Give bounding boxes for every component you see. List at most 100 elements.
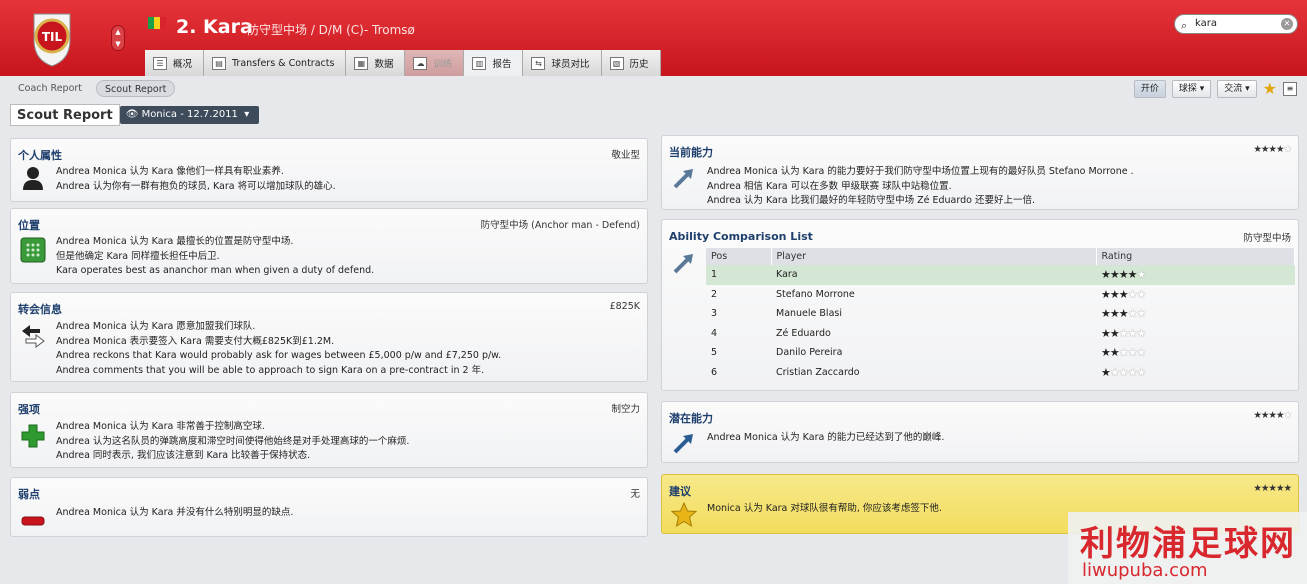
col-header[interactable]: Player xyxy=(771,248,1097,265)
card-line: Andrea Monica 认为 Kara 最擅长的位置是防守型中场. xyxy=(56,236,294,247)
person-icon xyxy=(23,167,43,190)
card-line: Andrea Monica 认为 Kara 非常善于控制高空球. xyxy=(56,421,265,432)
search-input[interactable]: ⌕ kara ✕ xyxy=(1174,14,1298,34)
row-player[interactable]: Stefano Morrone xyxy=(771,285,1096,305)
tab-training[interactable]: ☁ 训练 xyxy=(405,50,465,76)
card-ability-comparison: Ability Comparison List 防守型中场 Pos Player… xyxy=(661,219,1299,391)
row-rating-stars: ★★★★★ xyxy=(1096,265,1295,285)
header-bar: TIL ▲ ▼ 2. Kara 防守型中场 / D/M (C)- Tromsø ☰… xyxy=(0,0,1307,76)
subtab-scout-report[interactable]: Scout Report xyxy=(96,80,176,97)
tab-stats[interactable]: ▦ 数据 xyxy=(346,50,406,76)
row-player[interactable]: Zé Eduardo xyxy=(771,324,1096,344)
player-nav-updown[interactable]: ▲ ▼ xyxy=(111,25,125,51)
col-header[interactable]: Pos xyxy=(706,248,772,265)
table-row[interactable]: 6 Cristian Zaccardo ★★★★★ xyxy=(706,363,1295,383)
scout-dropdown[interactable]: 球探 ▾ xyxy=(1171,80,1212,98)
player-name: 2. Kara xyxy=(176,16,253,38)
row-pos: 3 xyxy=(711,308,718,320)
row-player[interactable]: Kara xyxy=(771,265,1096,285)
card-title: 强项 xyxy=(18,403,40,416)
tab-label: Transfers & Contracts xyxy=(232,57,335,69)
tab-profile[interactable]: ☰ 概况 xyxy=(145,50,205,76)
row-pos: 1 xyxy=(706,265,771,285)
card-line: Andrea Monica 认为 Kara 的能力已经达到了他的巅峰. xyxy=(707,432,945,443)
history-icon: ▧ xyxy=(609,56,624,70)
tab-history[interactable]: ▧ 历史 xyxy=(601,50,661,76)
card-line: Andrea Monica 认为 Kara 像他们一样具有职业素养. xyxy=(56,166,284,177)
current-ability-stars: ★★★★★ xyxy=(1253,144,1292,155)
scout-dropdown-label: 球探 xyxy=(1178,84,1197,94)
col-header[interactable]: Rating xyxy=(1096,248,1295,265)
table-row[interactable]: 4 Zé Eduardo ★★★★★ xyxy=(706,324,1295,344)
plus-icon xyxy=(21,424,45,448)
tab-bar: ☰ 概况 ▤ Transfers & Contracts ▦ 数据 ☁ 训练 ▥ 报告 ⇆ 球员对比 ▧… xyxy=(145,50,661,76)
club-crest-icon: TIL xyxy=(33,13,71,67)
row-rating-stars: ★★★★★ xyxy=(1101,326,1146,340)
card-line: Monica 认为 Kara 对球队很有帮助, 你应该考虑签下他. xyxy=(707,503,942,514)
search-value: kara xyxy=(1195,18,1217,29)
tab-label: 历史 xyxy=(629,59,649,70)
subtab-coach-report[interactable]: Coach Report xyxy=(10,80,90,97)
notes-icon[interactable]: ≡ xyxy=(1283,82,1297,96)
tab-label: 数据 xyxy=(374,59,394,70)
card-potential: 潜在能力 ★★★★★ Andrea Monica 认为 Kara 的能力已经达到… xyxy=(661,401,1299,463)
ability-arrow-icon xyxy=(673,254,693,274)
scout-selector-label: Monica - 12.7.2011 xyxy=(141,109,238,120)
tab-compare[interactable]: ⇆ 球员对比 xyxy=(523,50,602,76)
row-player[interactable]: Cristian Zaccardo xyxy=(771,363,1096,383)
row-player[interactable]: Manuele Blasi xyxy=(771,304,1096,324)
transfer-arrows-icon xyxy=(22,325,45,348)
card-value: 无 xyxy=(630,489,640,500)
card-line: Andrea Monica 认为 Kara 的能力要好于我们防守型中场位置上现有… xyxy=(707,166,1134,177)
row-pos: 2 xyxy=(711,288,718,300)
card-current-ability: 当前能力 ★★★★★ Andrea Monica 认为 Kara 的能力要好于我… xyxy=(661,135,1299,210)
card-weaknesses: 弱点 无 Andrea Monica 认为 Kara 并没有什么特别明显的缺点. xyxy=(10,477,648,537)
card-title: 转会信息 xyxy=(18,303,62,316)
row-rating-stars: ★★★★★ xyxy=(1101,365,1146,379)
table-row[interactable]: 5 Danilo Pereira ★★★★★ xyxy=(706,343,1295,363)
watermark-en: liwupuba.com xyxy=(1082,560,1208,581)
bid-button[interactable]: 开价 xyxy=(1133,80,1166,98)
contract-icon: ▤ xyxy=(212,56,227,70)
table-row[interactable]: 1 Kara ★★★★★ xyxy=(706,265,1295,285)
card-line: Kara operates best as ananchor man when … xyxy=(56,265,375,276)
card-strengths: 强项 制空力 Andrea Monica 认为 Kara 非常善于控制高空球. A… xyxy=(10,392,648,468)
scout-selector-dropdown[interactable]: 👁 Monica - 12.7.2011 ▾ xyxy=(119,106,260,124)
subtab-bar: Coach Report Scout Report xyxy=(10,80,176,97)
right-toolbar: 开价 球探 ▾ 交流 ▾ ★ ≡ xyxy=(1133,80,1297,98)
star-badge-icon xyxy=(671,502,697,528)
tab-contract[interactable]: ▤ Transfers & Contracts xyxy=(204,50,347,76)
eye-icon: 👁 xyxy=(125,109,142,120)
potential-stars: ★★★★★ xyxy=(1253,410,1292,421)
card-line: Andrea Monica 认为 Kara 愿意加盟我们球队. xyxy=(56,321,256,332)
card-value: £825K xyxy=(609,301,640,312)
ability-table: Pos Player Rating 1 Kara ★★★★★ 2 Stefano Mor… xyxy=(706,248,1295,382)
card-line: Andrea 认为 Kara 比我们最好的年轻防守型中场 Zé Eduardo … xyxy=(707,195,1035,206)
clear-search-icon[interactable]: ✕ xyxy=(1281,18,1293,30)
search-icon: ⌕ xyxy=(1181,19,1188,32)
tab-label: 球员对比 xyxy=(551,59,590,70)
row-pos: 5 xyxy=(711,347,718,359)
page-title-bar: Scout Report 👁 Monica - 12.7.2011 ▾ xyxy=(10,104,260,126)
row-player[interactable]: Danilo Pereira xyxy=(771,343,1096,363)
tab-report[interactable]: ▥ 报告 xyxy=(464,50,524,76)
card-line: Andrea 同时表示, 我们应该注意到 Kara 比较善于保持状态. xyxy=(56,450,311,461)
table-row[interactable]: 3 Manuele Blasi ★★★★★ xyxy=(706,304,1295,324)
row-rating-stars: ★★★★★ xyxy=(1101,307,1146,321)
report-icon: ▥ xyxy=(472,56,487,70)
card-line: Andrea Monica 认为 Kara 并没有什么特别明显的缺点. xyxy=(56,507,294,518)
compare-icon: ⇆ xyxy=(531,56,546,70)
minus-icon xyxy=(21,516,45,526)
card-personal: 个人属性 敬业型 Andrea Monica 认为 Kara 像他们一样具有职业… xyxy=(10,138,648,202)
site-watermark: 利物浦足球网 liwupuba.com xyxy=(1068,512,1307,584)
table-row[interactable]: 2 Stefano Morrone ★★★★★ xyxy=(706,285,1295,305)
shortlist-star-icon[interactable]: ★ xyxy=(1263,81,1277,97)
ability-arrow-icon xyxy=(673,169,693,189)
recommendation-stars: ★★★★★ xyxy=(1253,483,1292,494)
row-rating-stars: ★★★★★ xyxy=(1101,346,1146,360)
card-title: 个人属性 xyxy=(18,149,62,162)
row-pos: 6 xyxy=(711,366,718,378)
exchange-dropdown[interactable]: 交流 ▾ xyxy=(1217,80,1257,98)
card-title: 位置 xyxy=(18,219,40,232)
tab-label: 训练 xyxy=(433,59,453,70)
